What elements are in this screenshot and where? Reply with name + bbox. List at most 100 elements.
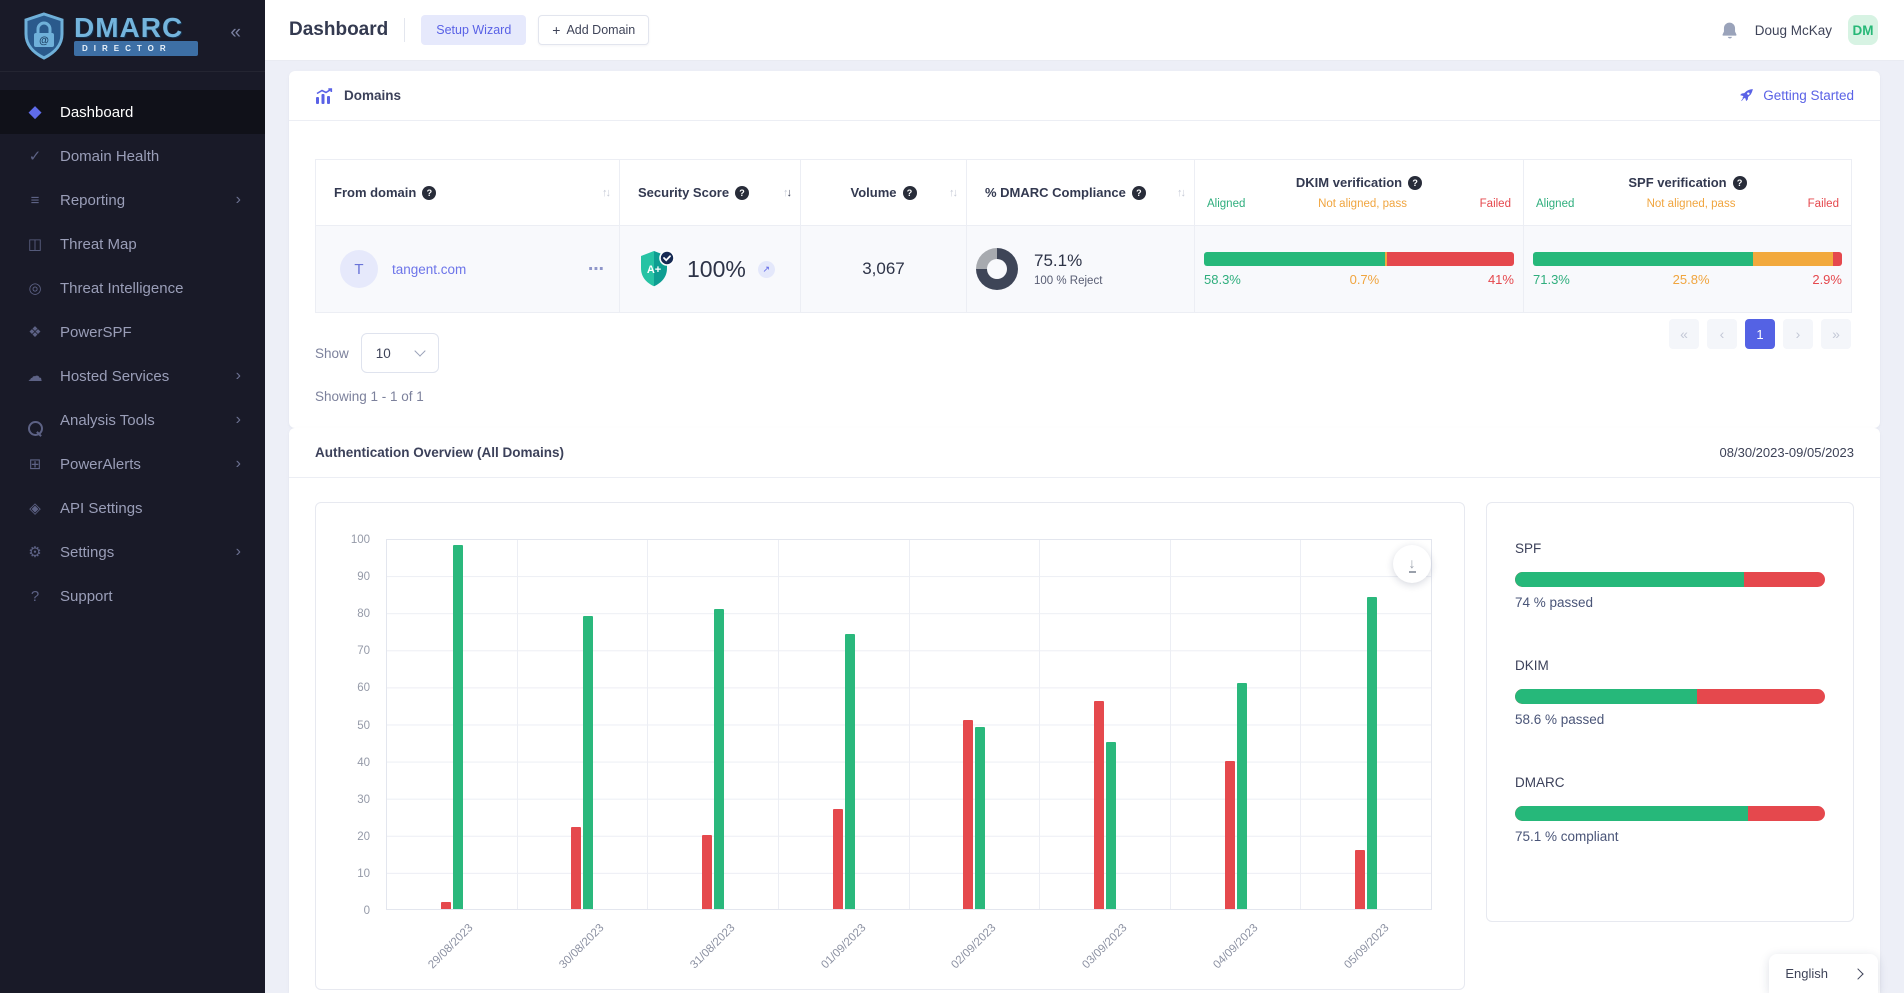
sidebar-item-threat-intelligence[interactable]: ◎Threat Intelligence (0, 266, 265, 310)
divider (404, 18, 405, 42)
segment-aligned (1533, 252, 1753, 266)
domains-card-title: Domains (344, 88, 401, 103)
getting-started-link[interactable]: Getting Started (1738, 87, 1854, 104)
security-score-value: 100% (687, 256, 746, 283)
prev-page-button[interactable]: ‹ (1707, 319, 1737, 349)
pagination: « ‹ 1 › » (1669, 319, 1851, 349)
add-domain-button[interactable]: + Add Domain (538, 15, 649, 45)
svg-text:@: @ (39, 35, 49, 46)
user-name: Doug McKay (1755, 23, 1832, 38)
sublabel-not-aligned: Not aligned, pass (1318, 198, 1407, 210)
side-stat-dmarc: DMARC75.1 % compliant (1515, 775, 1825, 844)
sidebar-item-label: Reporting (60, 192, 125, 209)
sidebar-item-label: Domain Health (60, 148, 159, 165)
report-lines-icon: ≡ (25, 192, 45, 209)
spf-failed-value: 2.9% (1812, 272, 1842, 287)
sidebar-item-poweralerts[interactable]: ⊞PowerAlerts› (0, 442, 265, 486)
column-header-dmarc-compliance[interactable]: % DMARC Compliance ? ↑↓ (967, 160, 1195, 226)
rocket-icon (1738, 87, 1755, 104)
shield-lock-logo-icon: @ (22, 12, 66, 60)
column-header-from-domain[interactable]: From domain ? ↑↓ (316, 160, 620, 226)
bar-failed (702, 835, 712, 909)
sidebar-item-domain-health[interactable]: ✓Domain Health (0, 134, 265, 178)
download-icon: ↓ (1409, 556, 1416, 573)
help-icon[interactable]: ? (1408, 176, 1422, 190)
dmarc-compliance-donut (976, 248, 1018, 290)
sidebar-collapse-icon[interactable]: « (230, 22, 241, 44)
stat-label: DKIM (1515, 658, 1825, 673)
column-header-security-score[interactable]: Security Score ? ↑↓ (620, 160, 801, 226)
sidebar-item-label: Hosted Services (60, 368, 169, 385)
side-stat-dkim: DKIM58.6 % passed (1515, 658, 1825, 727)
column-header-dkim-verification[interactable]: DKIM verification ? Aligned Not aligned,… (1195, 160, 1524, 226)
sidebar-item-threat-map[interactable]: ◫Threat Map (0, 222, 265, 266)
domain-link[interactable]: tangent.com (392, 262, 466, 277)
page-size-select[interactable]: 10 (361, 333, 439, 373)
auth-overview-card: Authentication Overview (All Domains) 08… (289, 428, 1880, 993)
sidebar-item-hosted-services[interactable]: ☁Hosted Services› (0, 354, 265, 398)
y-axis-tick-label: 20 (357, 831, 370, 843)
sidebar-item-api-settings[interactable]: ◈API Settings (0, 486, 265, 530)
chevron-right-icon: › (236, 411, 241, 429)
x-axis-tick-label: 04/09/2023 (1211, 922, 1260, 971)
y-axis-tick-label: 70 (357, 645, 370, 657)
help-icon[interactable]: ? (1132, 186, 1146, 200)
sidebar-item-reporting[interactable]: ≡Reporting› (0, 178, 265, 222)
sidebar-item-settings[interactable]: ⚙Settings› (0, 530, 265, 574)
sidebar: @ DMARC DIRECTOR « ◆Dashboard✓Domain Hea… (0, 0, 265, 993)
grid-icon: ⊞ (25, 455, 45, 473)
column-header-spf-verification[interactable]: SPF verification ? Aligned Not aligned, … (1524, 160, 1852, 226)
setup-wizard-button[interactable]: Setup Wizard (421, 15, 526, 45)
last-page-button[interactable]: » (1821, 319, 1851, 349)
stat-text: 75.1 % compliant (1515, 829, 1825, 844)
sidebar-item-support[interactable]: ?Support (0, 574, 265, 618)
chart-download-button[interactable]: ↓ (1393, 545, 1431, 583)
sidebar-item-label: PowerSPF (60, 324, 132, 341)
sidebar-item-analysis-tools[interactable]: Analysis Tools› (0, 398, 265, 442)
help-icon[interactable]: ? (1733, 176, 1747, 190)
sidebar-item-label: Threat Intelligence (60, 280, 183, 297)
spf-stacked-bar (1533, 252, 1842, 266)
add-domain-label: Add Domain (566, 23, 635, 37)
external-link-icon[interactable]: ↗ (758, 261, 775, 278)
help-icon[interactable]: ? (422, 186, 436, 200)
segment-not_aligned (1753, 252, 1833, 266)
chart-plot-area (386, 539, 1432, 910)
y-axis-tick-label: 50 (357, 720, 370, 732)
sidebar-item-powerspf[interactable]: ❖PowerSPF (0, 310, 265, 354)
next-page-button[interactable]: › (1783, 319, 1813, 349)
help-icon[interactable]: ? (735, 186, 749, 200)
gear-icon: ⚙ (25, 543, 45, 561)
bar-failed (441, 902, 451, 909)
column-header-volume[interactable]: Volume ? ↑↓ (801, 160, 967, 226)
dkim-stacked-bar (1204, 252, 1514, 266)
help-icon[interactable]: ? (903, 186, 917, 200)
row-menu-icon[interactable]: ⋯ (588, 259, 605, 279)
table-summary: Showing 1 - 1 of 1 (315, 389, 1854, 404)
bar-failed (833, 809, 843, 909)
column-label: SPF verification (1628, 175, 1726, 190)
plus-icon: + (552, 23, 560, 37)
chart-category (1040, 540, 1171, 909)
y-axis-tick-label: 0 (364, 905, 370, 917)
first-page-button[interactable]: « (1669, 319, 1699, 349)
notifications-bell-icon[interactable] (1720, 20, 1739, 41)
segment-aligned (1204, 252, 1385, 266)
dmarc-compliance-value: 75.1% (1034, 251, 1102, 271)
y-axis: 0102030405060708090100 (316, 539, 378, 910)
sidebar-item-dashboard[interactable]: ◆Dashboard (0, 90, 265, 134)
stat-bar-fill (1515, 572, 1744, 587)
chart-category (387, 540, 518, 909)
page-button[interactable]: 1 (1745, 319, 1775, 349)
cloud-icon: ☁ (25, 367, 45, 385)
sort-icon[interactable]: ↑↓ (602, 187, 609, 199)
topbar: Dashboard Setup Wizard + Add Domain Doug… (265, 0, 1904, 60)
sort-icon[interactable]: ↑↓ (949, 187, 956, 199)
spf-aligned-value: 71.3% (1533, 272, 1570, 287)
language-switcher[interactable]: English (1769, 954, 1878, 993)
chevron-right-icon: › (236, 455, 241, 473)
sort-icon[interactable]: ↑↓ (783, 187, 790, 199)
user-avatar[interactable]: DM (1848, 15, 1878, 45)
bar-passed (845, 634, 855, 909)
sort-icon[interactable]: ↑↓ (1177, 187, 1184, 199)
